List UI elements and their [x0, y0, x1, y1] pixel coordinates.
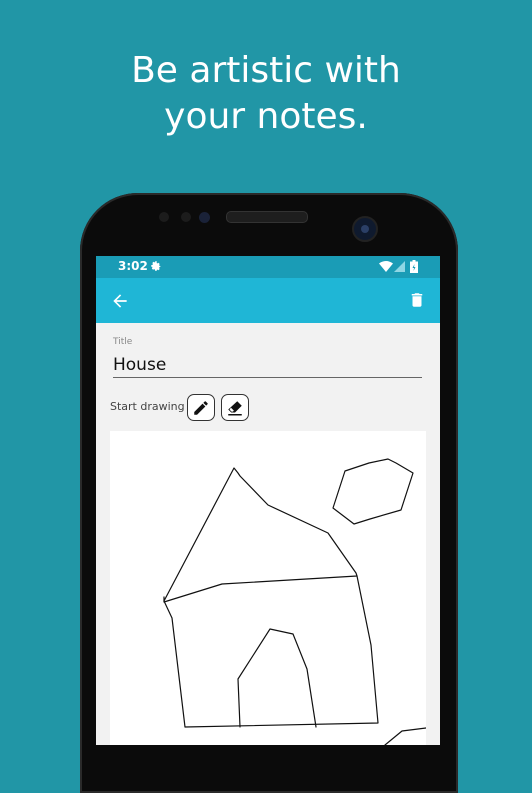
- pencil-tool-button[interactable]: [187, 394, 215, 421]
- sensor-dot: [181, 212, 191, 222]
- sketch-drawing: [163, 458, 426, 745]
- eraser-tool-button[interactable]: [221, 394, 249, 421]
- battery-icon: [410, 260, 418, 273]
- sketch-stroke-fragment: [384, 727, 426, 745]
- sketch-door: [237, 628, 317, 728]
- pencil-icon: [194, 401, 208, 415]
- headline-line-2: your notes.: [164, 96, 368, 137]
- signal-icon: [394, 261, 405, 272]
- earpiece-speaker: [226, 211, 308, 223]
- sketch-hexagon: [332, 458, 414, 525]
- sketch-roof: [163, 467, 358, 603]
- app-bar: [96, 278, 440, 323]
- status-bar: 3:02: [96, 256, 440, 278]
- headline-line-1: Be artistic with: [131, 50, 401, 91]
- wifi-icon: [379, 261, 393, 272]
- back-arrow-icon[interactable]: [110, 291, 130, 311]
- title-field-label: Title: [113, 337, 133, 347]
- drawing-canvas[interactable]: [110, 431, 426, 745]
- eraser-icon: [228, 401, 242, 416]
- sketch-house-body: [163, 575, 379, 728]
- promo-headline: Be artistic with your notes.: [0, 48, 532, 140]
- status-time: 3:02: [118, 259, 148, 273]
- trash-icon[interactable]: [408, 290, 426, 310]
- sensor-dot: [159, 212, 169, 222]
- app-screen: 3:02 Title Start drawing: [96, 256, 440, 745]
- proximity-sensor: [199, 212, 210, 223]
- gear-icon: [151, 261, 161, 271]
- front-camera: [352, 216, 378, 242]
- title-input[interactable]: [113, 352, 422, 378]
- start-drawing-label: Start drawing: [110, 400, 185, 413]
